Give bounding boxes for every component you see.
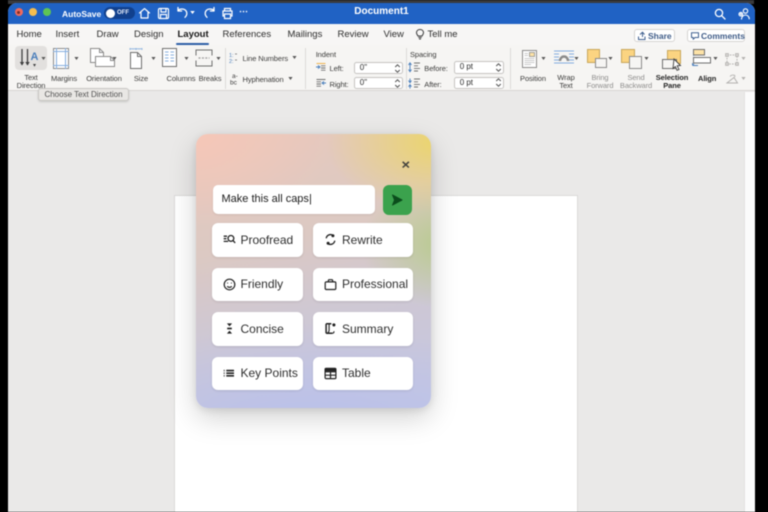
- svg-text:A: A: [30, 51, 38, 63]
- svg-text:2:: 2:: [229, 59, 234, 63]
- svg-text:bc: bc: [230, 79, 238, 85]
